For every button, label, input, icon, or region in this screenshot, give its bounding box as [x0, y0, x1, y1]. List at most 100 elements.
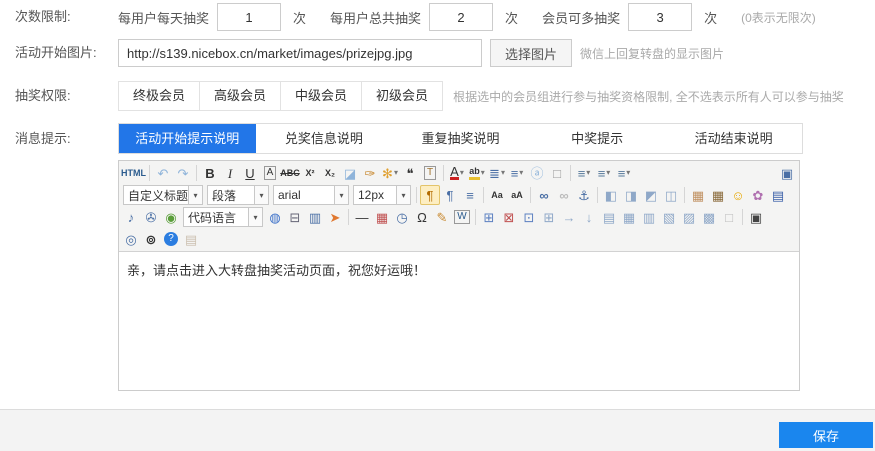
new-page-icon[interactable]: □ [547, 163, 567, 183]
quick-format-icon[interactable]: ✻▾ [380, 163, 400, 183]
special-char-icon[interactable]: Ω [412, 207, 432, 227]
choose-image-button[interactable]: 选择图片 [490, 39, 572, 67]
limit-input-1[interactable] [217, 3, 281, 31]
table-props-icon[interactable]: ⊡ [519, 207, 539, 227]
font-family-select[interactable]: arial▾ [273, 185, 349, 205]
image-align-center-icon[interactable]: ◨ [621, 185, 641, 205]
italic-icon[interactable]: I [220, 163, 240, 183]
unlink-icon[interactable]: ∞ [554, 185, 574, 205]
image-url-input[interactable] [118, 39, 482, 67]
page-break-icon[interactable]: ⊟ [285, 207, 305, 227]
font-color-icon[interactable]: A▾ [447, 163, 467, 183]
eraser-icon[interactable]: ◪ [340, 163, 360, 183]
delete-table-icon[interactable]: ⊠ [499, 207, 519, 227]
superscript-icon[interactable]: X² [300, 163, 320, 183]
strikethrough-icon[interactable]: ABC [280, 163, 300, 183]
custom-title-select[interactable]: 自定义标题▾ [123, 185, 203, 205]
ordered-list-icon[interactable]: ≣▾ [487, 163, 507, 183]
split-cells-icon[interactable]: ▤ [599, 207, 619, 227]
limit-field-label: 每用户每天抽奖 [118, 8, 209, 27]
insert-music-icon[interactable]: ♪ [121, 207, 141, 227]
undo-icon[interactable]: ↶ [153, 163, 173, 183]
rich-text-editor: HTML↶↷BIUAABCX²X₂◪✑✻▾❝TA▾ab▾≣▾≡▾ⓐ□≡▾≡▾≡▾… [118, 160, 800, 391]
member-option-3[interactable]: 中级会员 [280, 81, 362, 111]
line-height-icon[interactable]: ≡▾ [614, 163, 634, 183]
cell-props-icon[interactable]: ⊞ [539, 207, 559, 227]
attachment-icon[interactable]: ✇ [141, 207, 161, 227]
image-align-left-icon[interactable]: ◧ [601, 185, 621, 205]
limit-input-2[interactable] [429, 3, 493, 31]
format-brush-icon[interactable]: ✑ [360, 163, 380, 183]
uppercase-icon[interactable]: Aa [487, 185, 507, 205]
highlight-color-icon[interactable]: ab▾ [467, 163, 487, 183]
emoticon-icon[interactable]: ☺ [728, 185, 748, 205]
insert-image-icon[interactable]: ▦ [688, 185, 708, 205]
find-replace-icon[interactable]: ⊚ [141, 229, 161, 249]
code-language-select[interactable]: 代码语言▾ [183, 207, 263, 227]
table-style-icon[interactable]: ▩ [699, 207, 719, 227]
limit-input-3[interactable] [628, 3, 692, 31]
text-direction-rtl-icon[interactable]: ¶ [440, 185, 460, 205]
paragraph-select[interactable]: 段落▾ [207, 185, 269, 205]
tab-3[interactable]: 重复抽奖说明 [392, 124, 529, 153]
tab-2[interactable]: 兑奖信息说明 [256, 124, 393, 153]
font-size-select[interactable]: 12px▾ [353, 185, 411, 205]
clock-icon[interactable]: ◷ [392, 207, 412, 227]
anchor-icon[interactable]: ⚓ [574, 185, 594, 205]
chevron-down-icon: ▾ [481, 169, 485, 177]
insert-link-icon[interactable]: ∞ [534, 185, 554, 205]
merge-cell-right-icon[interactable]: → [559, 207, 579, 227]
text-direction-ltr-icon[interactable]: ¶ [420, 185, 440, 205]
delete-row-icon[interactable]: ▧ [659, 207, 679, 227]
signature-icon[interactable]: ✎ [432, 207, 452, 227]
fullscreen-icon[interactable]: ▣ [777, 163, 797, 183]
save-button[interactable]: 保存 [779, 422, 873, 448]
image-row: 活动开始图片: 选择图片 微信上回复转盘的显示图片 [0, 39, 875, 67]
align-icon[interactable]: ≡▾ [594, 163, 614, 183]
preview-icon[interactable]: ◎ [121, 229, 141, 249]
tab-5[interactable]: 活动结束说明 [665, 124, 802, 153]
lowercase-icon[interactable]: aA [507, 185, 527, 205]
horizontal-rule-icon[interactable]: — [352, 207, 372, 227]
clear-document-icon[interactable]: □ [719, 207, 739, 227]
insert-row-icon[interactable]: ▦ [619, 207, 639, 227]
editor-content[interactable]: 亲，请点击进入大转盘抽奖活动页面，祝您好运哦！ [119, 252, 799, 390]
underline-icon[interactable]: U [240, 163, 260, 183]
baidu-map-icon[interactable]: ➤ [325, 207, 345, 227]
paste-icon[interactable]: ▤ [181, 229, 201, 249]
blockquote-icon[interactable]: ❝ [400, 163, 420, 183]
redo-icon[interactable]: ↷ [173, 163, 193, 183]
calendar-icon[interactable]: ▦ [372, 207, 392, 227]
tab-4[interactable]: 中奖提示 [529, 124, 666, 153]
insert-iframe-icon[interactable]: ▥ [305, 207, 325, 227]
custom-title-select-value: 自定义标题 [124, 187, 188, 204]
member-option-2[interactable]: 高级会员 [199, 81, 281, 111]
html-source-icon[interactable]: HTML [121, 163, 146, 183]
anchor-ref-icon[interactable]: ⓐ [527, 163, 547, 183]
unordered-list-icon[interactable]: ≡▾ [507, 163, 527, 183]
image-hint: 微信上回复转盘的显示图片 [580, 45, 724, 62]
boxed-text-icon[interactable]: A [260, 163, 280, 183]
insert-column-icon[interactable]: ▥ [639, 207, 659, 227]
image-align-right-icon[interactable]: ◩ [641, 185, 661, 205]
delete-column-icon[interactable]: ▨ [679, 207, 699, 227]
tab-1[interactable]: 活动开始提示说明 [119, 124, 256, 153]
member-option-1[interactable]: 终极会员 [118, 81, 200, 111]
merge-cell-down-icon[interactable]: ↓ [579, 207, 599, 227]
subscript-icon[interactable]: X₂ [320, 163, 340, 183]
insert-media-icon[interactable]: ▤ [768, 185, 788, 205]
insert-table-icon[interactable]: ⊞ [479, 207, 499, 227]
image-align-block-icon[interactable]: ◫ [661, 185, 681, 205]
help-icon[interactable]: ? [161, 229, 181, 249]
print-icon[interactable]: ▣ [746, 207, 766, 227]
align-indent-icon[interactable]: ≡▾ [574, 163, 594, 183]
word-import-icon[interactable]: W [452, 207, 472, 227]
upload-image-icon[interactable]: ▦ [708, 185, 728, 205]
palette-icon[interactable]: ✿ [748, 185, 768, 205]
bold-icon[interactable]: B [200, 163, 220, 183]
insert-flash-icon[interactable]: ◉ [161, 207, 181, 227]
member-option-4[interactable]: 初级会员 [361, 81, 443, 111]
insert-code-icon[interactable]: ◍ [265, 207, 285, 227]
paste-as-text-icon[interactable]: T [420, 163, 440, 183]
indent-icon[interactable]: ≡ [460, 185, 480, 205]
